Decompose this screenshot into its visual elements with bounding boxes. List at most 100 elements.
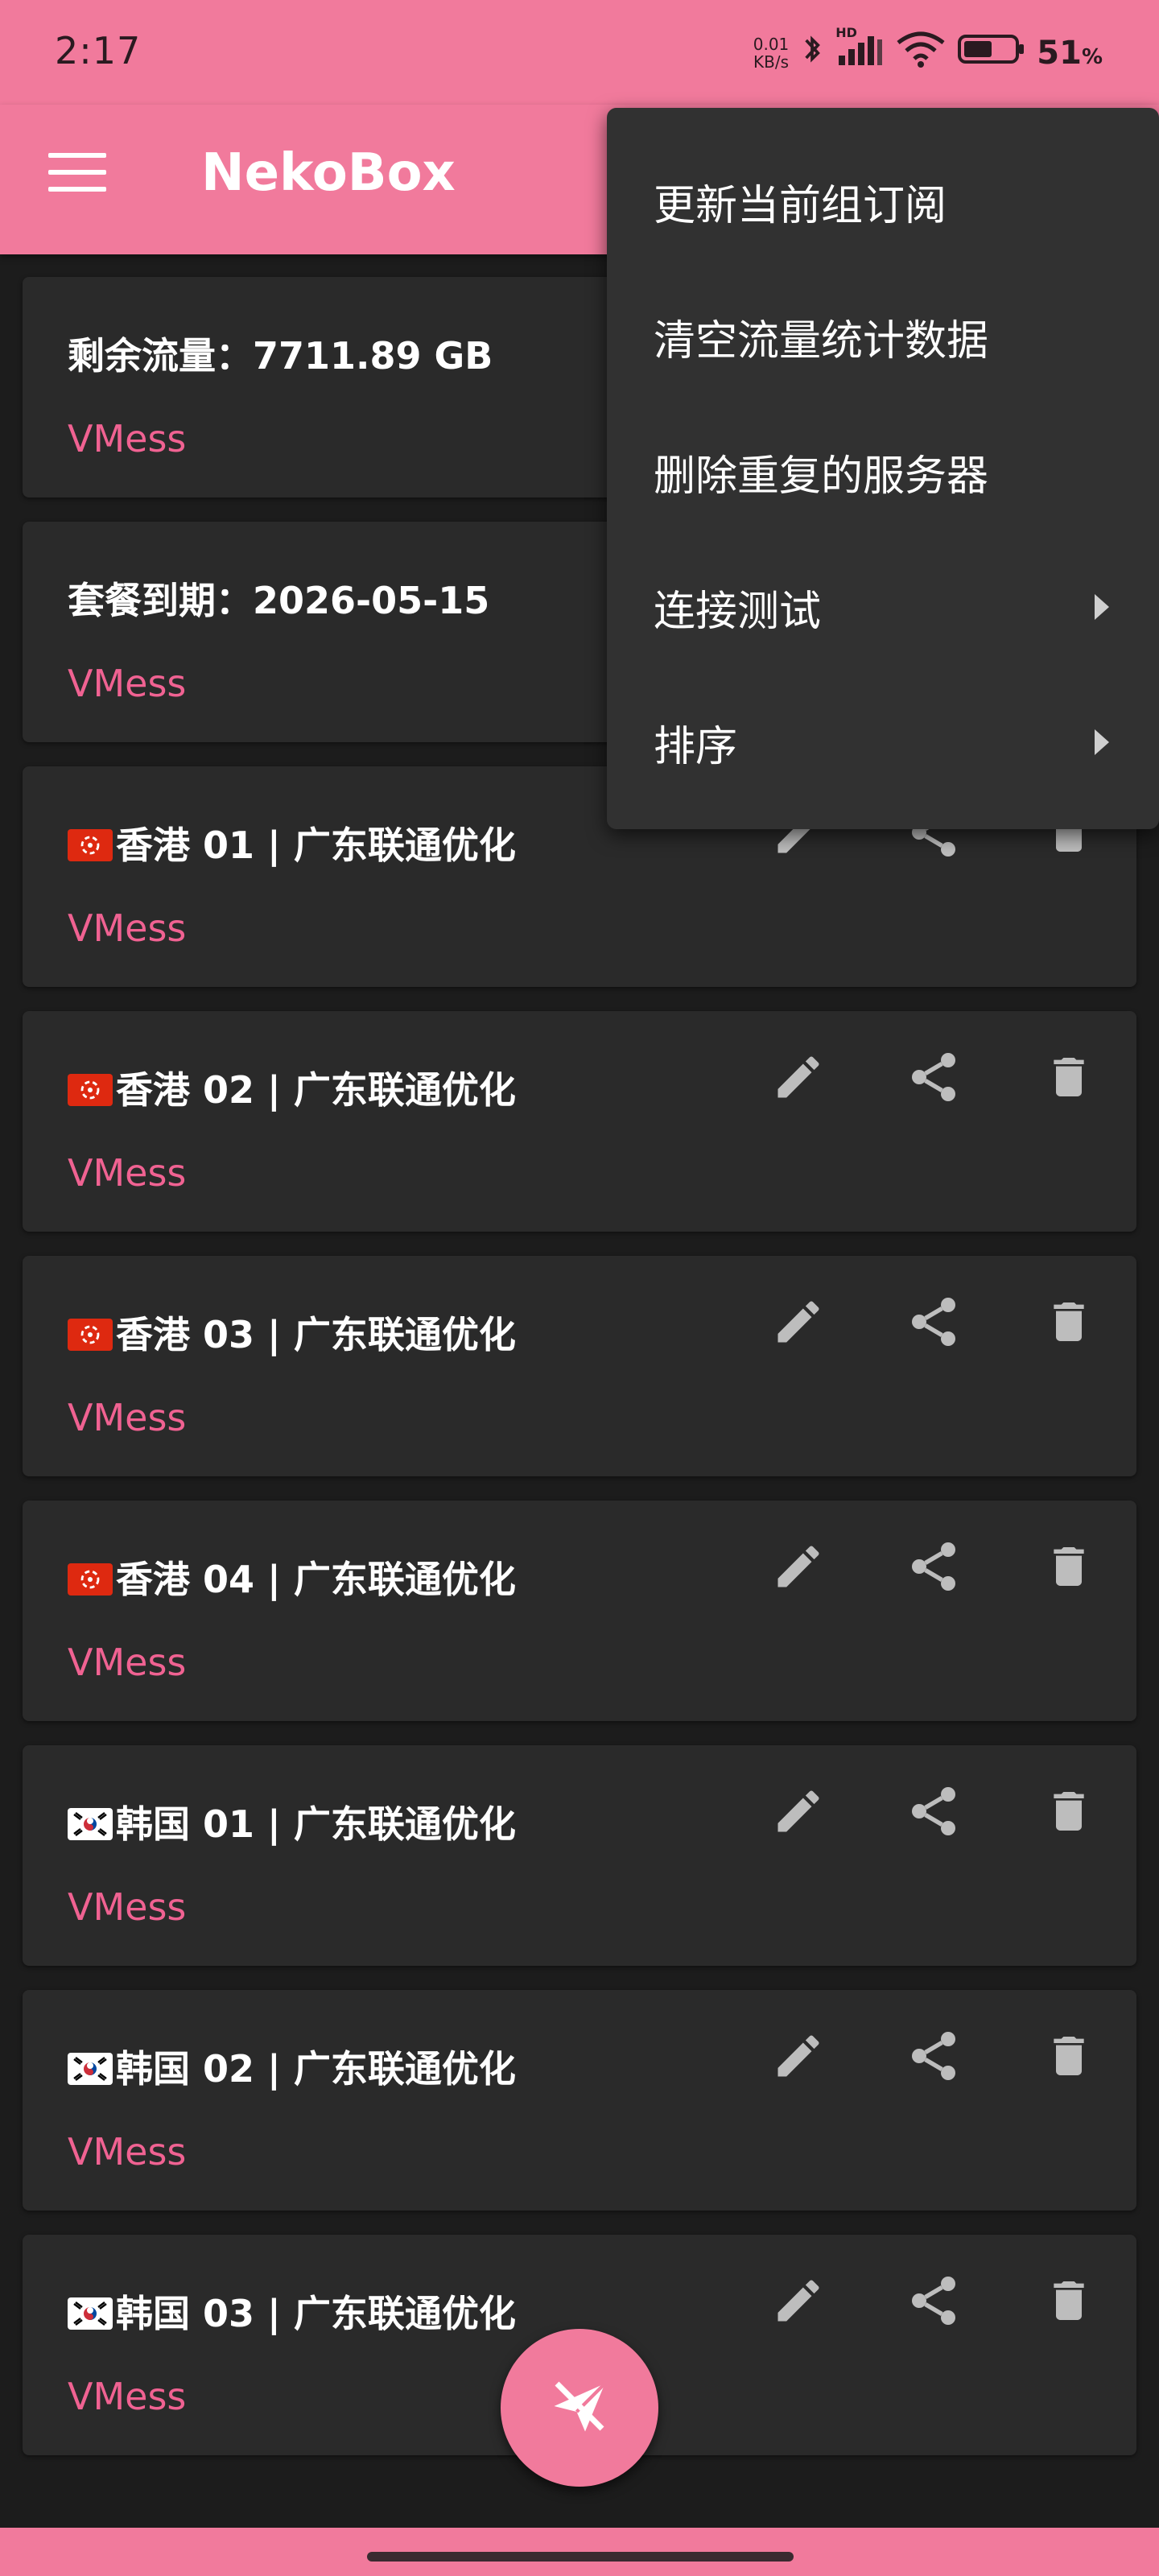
share-button[interactable] bbox=[898, 2267, 969, 2338]
wifi-icon bbox=[895, 30, 947, 76]
hamburger-icon[interactable] bbox=[48, 153, 106, 198]
server-card[interactable]: 香港 03 | 广东联通优化 VMess bbox=[23, 1256, 1136, 1476]
hong-kong-flag-icon bbox=[68, 1068, 116, 1112]
trash-icon bbox=[1043, 1782, 1095, 1843]
menu-item-label: 连接测试 bbox=[654, 587, 822, 636]
edit-button[interactable] bbox=[763, 1288, 834, 1359]
bluetooth-icon bbox=[800, 31, 824, 75]
paper-plane-icon bbox=[546, 2372, 613, 2443]
delete-button[interactable] bbox=[1033, 1777, 1104, 1848]
battery-level: 51% bbox=[1037, 35, 1103, 72]
edit-button[interactable] bbox=[763, 2022, 834, 2093]
chevron-right-icon bbox=[1095, 594, 1109, 620]
share-button[interactable] bbox=[898, 1043, 969, 1114]
server-type: VMess bbox=[68, 1151, 187, 1195]
share-icon bbox=[905, 2272, 963, 2333]
server-card[interactable]: 香港 02 | 广东联通优化 VMess bbox=[23, 1011, 1136, 1232]
menu-item[interactable]: 清空流量统计数据 bbox=[607, 269, 1159, 404]
server-name: 套餐到期：2026-05-15 bbox=[68, 572, 489, 625]
delete-button[interactable] bbox=[1033, 1288, 1104, 1359]
server-type: VMess bbox=[68, 1885, 187, 1929]
menu-item[interactable]: 更新当前组订阅 bbox=[607, 134, 1159, 269]
server-name: 韩国 01 | 广东联通优化 bbox=[68, 1795, 516, 1848]
delete-button[interactable] bbox=[1033, 2022, 1104, 2093]
server-name: 香港 03 | 广东联通优化 bbox=[68, 1306, 516, 1359]
edit-button[interactable] bbox=[763, 1533, 834, 1604]
pencil-icon bbox=[771, 1539, 826, 1597]
edit-button[interactable] bbox=[763, 1777, 834, 1848]
server-actions bbox=[763, 1533, 1104, 1604]
server-name: 香港 02 | 广东联通优化 bbox=[68, 1061, 516, 1114]
korea-flag-icon bbox=[68, 2047, 116, 2091]
server-type: VMess bbox=[68, 417, 187, 460]
net-speed-value: 0.01 bbox=[753, 35, 790, 54]
trash-icon bbox=[1043, 1293, 1095, 1354]
signal-icon: HD bbox=[835, 25, 884, 75]
trash-icon bbox=[1043, 2027, 1095, 2088]
menu-item[interactable]: 排序 bbox=[607, 675, 1159, 810]
server-name: 香港 01 | 广东联通优化 bbox=[68, 816, 516, 869]
server-type: VMess bbox=[68, 1641, 187, 1684]
menu-item-label: 排序 bbox=[654, 722, 738, 771]
server-card[interactable]: 韩国 01 | 广东联通优化 VMess bbox=[23, 1745, 1136, 1966]
server-name-text: 香港 03 | 广东联通优化 bbox=[116, 1313, 516, 1356]
trash-icon bbox=[1043, 1538, 1095, 1599]
pencil-icon bbox=[771, 2273, 826, 2331]
battery-unit: % bbox=[1081, 45, 1103, 69]
server-actions bbox=[763, 1043, 1104, 1114]
server-name-text: 香港 02 | 广东联通优化 bbox=[116, 1068, 516, 1112]
status-time: 2:17 bbox=[55, 29, 142, 72]
status-icons: 0.01 KB/s HD 51% bbox=[753, 25, 1103, 76]
server-name: 韩国 02 | 广东联通优化 bbox=[68, 2040, 516, 2093]
server-name: 香港 04 | 广东联通优化 bbox=[68, 1550, 516, 1604]
server-actions bbox=[763, 2267, 1104, 2338]
battery-value: 51 bbox=[1037, 35, 1082, 72]
server-name: 韩国 03 | 广东联通优化 bbox=[68, 2285, 516, 2338]
delete-button[interactable] bbox=[1033, 1043, 1104, 1114]
server-actions bbox=[763, 1288, 1104, 1359]
edit-button[interactable] bbox=[763, 2267, 834, 2338]
server-actions bbox=[763, 1777, 1104, 1848]
delete-button[interactable] bbox=[1033, 2267, 1104, 2338]
pencil-icon bbox=[771, 2029, 826, 2087]
server-name-text: 韩国 01 | 广东联通优化 bbox=[116, 1802, 516, 1846]
menu-item-label: 清空流量统计数据 bbox=[654, 316, 989, 365]
pencil-icon bbox=[771, 1784, 826, 1842]
share-icon bbox=[905, 2027, 963, 2088]
chevron-right-icon bbox=[1095, 729, 1109, 755]
trash-icon bbox=[1043, 1048, 1095, 1109]
edit-button[interactable] bbox=[763, 1043, 834, 1114]
menu-item-label: 删除重复的服务器 bbox=[654, 452, 989, 501]
server-name-text: 剩余流量：7711.89 GB bbox=[68, 334, 493, 378]
share-button[interactable] bbox=[898, 1288, 969, 1359]
korea-flag-icon bbox=[68, 1802, 116, 1846]
server-card[interactable]: 香港 04 | 广东联通优化 VMess bbox=[23, 1501, 1136, 1721]
server-name-text: 香港 01 | 广东联通优化 bbox=[116, 824, 516, 867]
server-type: VMess bbox=[68, 2375, 187, 2418]
server-actions bbox=[763, 2022, 1104, 2093]
menu-item[interactable]: 连接测试 bbox=[607, 539, 1159, 675]
server-name: 剩余流量：7711.89 GB bbox=[68, 327, 493, 380]
server-card[interactable]: 韩国 02 | 广东联通优化 VMess bbox=[23, 1990, 1136, 2211]
hong-kong-flag-icon bbox=[68, 824, 116, 867]
app-title: NekoBox bbox=[201, 143, 456, 203]
home-indicator[interactable] bbox=[367, 2552, 794, 2562]
server-type: VMess bbox=[68, 2130, 187, 2174]
server-name-text: 香港 04 | 广东联通优化 bbox=[116, 1558, 516, 1601]
share-icon bbox=[905, 1048, 963, 1109]
delete-button[interactable] bbox=[1033, 1533, 1104, 1604]
share-button[interactable] bbox=[898, 1533, 969, 1604]
pencil-icon bbox=[771, 1294, 826, 1352]
korea-flag-icon bbox=[68, 2292, 116, 2335]
hong-kong-flag-icon bbox=[68, 1313, 116, 1356]
net-speed-unit: KB/s bbox=[753, 52, 789, 72]
server-type: VMess bbox=[68, 662, 187, 705]
share-button[interactable] bbox=[898, 2022, 969, 2093]
net-speed: 0.01 KB/s bbox=[753, 35, 790, 71]
menu-item[interactable]: 删除重复的服务器 bbox=[607, 404, 1159, 539]
server-name-text: 韩国 03 | 广东联通优化 bbox=[116, 2292, 516, 2335]
server-type: VMess bbox=[68, 906, 187, 950]
share-button[interactable] bbox=[898, 1777, 969, 1848]
overflow-menu: 更新当前组订阅清空流量统计数据 删除重复的服务器 连接测试排序 bbox=[607, 108, 1159, 829]
connect-fab[interactable] bbox=[501, 2329, 658, 2487]
